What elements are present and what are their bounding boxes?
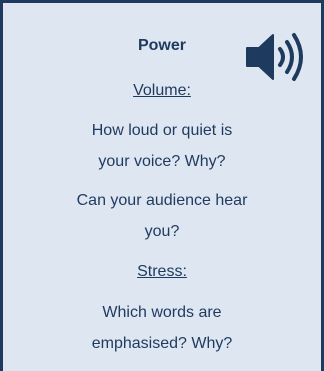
volume-question-1-line-2: your voice? Why?	[98, 153, 226, 170]
volume-heading: Volume:	[133, 82, 191, 99]
volume-question-2-line-1: Can your audience hear	[76, 192, 248, 209]
power-card: Power Volume: How loud or quiet is your …	[0, 0, 324, 371]
stress-heading: Stress:	[137, 263, 187, 280]
stress-question-1-line-1: Which words are	[102, 304, 222, 321]
stress-question-1-line-2: emphasised? Why?	[91, 335, 233, 352]
speaker-volume-icon	[245, 31, 313, 83]
volume-question-2-line-2: you?	[144, 223, 180, 240]
volume-question-1-line-1: How loud or quiet is	[91, 122, 233, 139]
